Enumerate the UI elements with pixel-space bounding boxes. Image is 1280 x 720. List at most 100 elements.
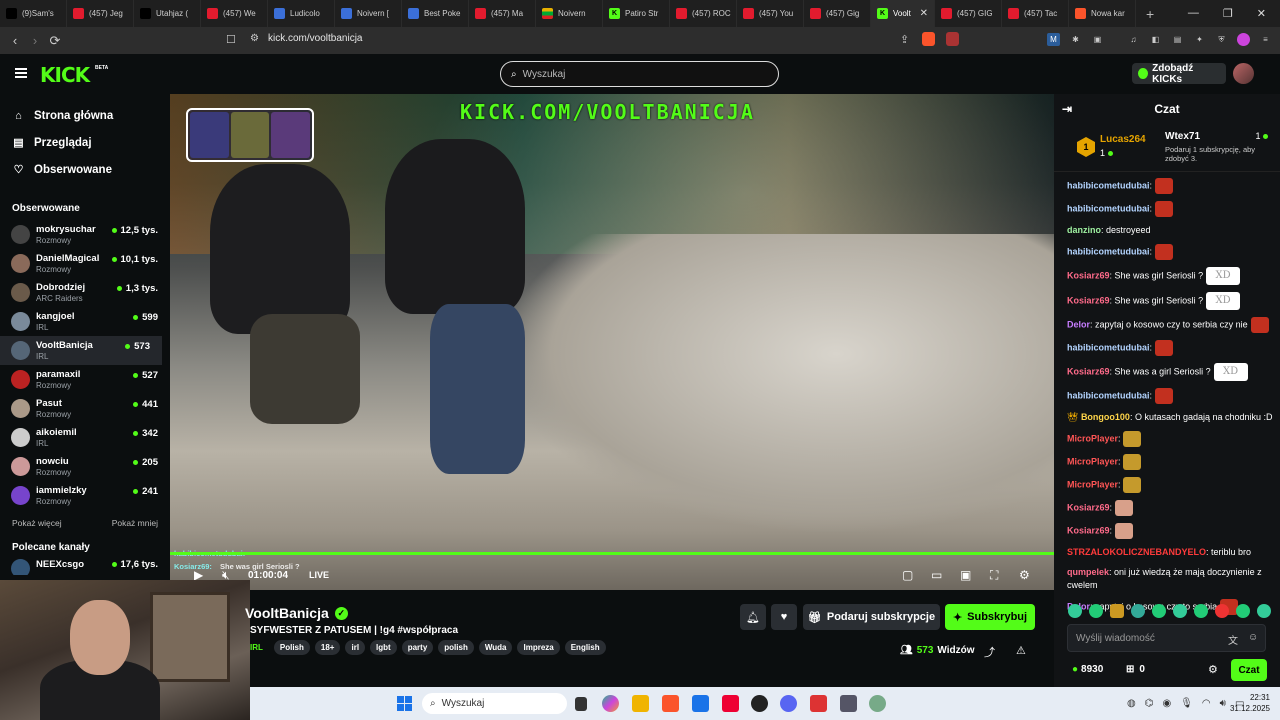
settings-icon[interactable]: ⚙ (1019, 568, 1030, 582)
notification-bell-button[interactable]: 🔔︎ (740, 604, 766, 630)
live-badge[interactable]: LIVE (309, 570, 329, 580)
steam-tray-icon[interactable]: ◉ (1162, 698, 1171, 709)
music-icon[interactable]: ♫ (1127, 33, 1140, 46)
chat-username[interactable]: habibicometudubai (1067, 342, 1150, 352)
get-kicks-button[interactable]: Zdobądź KICKs (1132, 63, 1226, 85)
minimize-icon[interactable]: — (1188, 7, 1199, 20)
emoji-icon[interactable]: ☺ (1248, 632, 1258, 643)
chat-username[interactable]: habibicometudubai (1067, 203, 1150, 213)
browser-tab[interactable]: K Voolt ✕ (871, 0, 935, 27)
chat-username[interactable]: Bongoo100 (1081, 412, 1130, 422)
discord-icon[interactable] (780, 695, 797, 712)
tag-chip[interactable]: English (564, 640, 606, 655)
browser-tab[interactable]: Best Poke (402, 0, 469, 27)
site-info-icon[interactable]: ⚙ (250, 33, 259, 44)
wifi-icon[interactable]: ◠ (1202, 698, 1211, 709)
emote-icon[interactable] (1110, 604, 1124, 618)
taskbar-search[interactable]: ⌕ Wyszukaj (422, 693, 567, 714)
collapse-chat-icon[interactable]: ⇥ (1062, 102, 1072, 116)
tag-chip[interactable]: Wuda (478, 640, 513, 655)
pip-icon[interactable]: ▢ (902, 568, 913, 582)
back-icon[interactable]: ‹ (5, 33, 25, 48)
url-field[interactable]: kick.com/vooltbanicja (268, 33, 362, 44)
file-explorer-icon[interactable] (632, 695, 649, 712)
chat-username[interactable]: Kosiarz69 (1067, 366, 1110, 376)
tag-chip[interactable]: Impreza (517, 640, 560, 655)
chat-message-input[interactable]: Wyślij wiadomość 文 ☺ (1067, 624, 1266, 652)
sidebar-nav-following[interactable]: ♡ Obserwowane (0, 156, 170, 183)
store-icon[interactable] (692, 695, 709, 712)
chat-username[interactable]: MicroPlayer (1067, 479, 1118, 489)
emote-icon[interactable] (1068, 604, 1082, 618)
chat-settings-icon[interactable]: ⚙ (1208, 663, 1218, 676)
sidebar-nav-browse[interactable]: ▤ Przeglądaj (0, 129, 170, 156)
chat-username[interactable]: Kosiarz69 (1067, 502, 1110, 512)
browser-tab[interactable]: (457) Jeg (67, 0, 134, 27)
chat-username[interactable]: MicroPlayer (1067, 433, 1118, 443)
extension-icon[interactable]: M (1047, 33, 1060, 46)
menu-icon[interactable]: ≡ (1259, 33, 1272, 46)
followed-channel[interactable]: nowciu Rozmowy 205 (0, 452, 170, 481)
wallet-icon[interactable]: ▤ (1171, 33, 1184, 46)
channel-name[interactable]: VooltBanicja (245, 605, 329, 621)
subscribe-button[interactable]: ✦ Subskrybuj (945, 604, 1035, 630)
browser-tab[interactable]: (9)Sam's (0, 0, 67, 27)
taskbar-clock[interactable]: 22:31 31.12.2025 (1230, 692, 1270, 714)
ai-icon[interactable]: ✦ (1193, 33, 1206, 46)
browser-tab[interactable]: (457) Gig (804, 0, 871, 27)
browser-tab[interactable]: (457) GIG (935, 0, 1002, 27)
emote-icon[interactable] (1257, 604, 1271, 618)
kick-logo[interactable]: KICK (40, 63, 90, 87)
bookmark-icon[interactable]: ☐ (226, 33, 236, 46)
hamburger-icon[interactable] (15, 68, 27, 78)
followed-channel[interactable]: aikoiemil IRL 342 (0, 423, 170, 452)
profile-icon[interactable] (1237, 33, 1250, 46)
vpn-icon[interactable]: ⛨ (1215, 33, 1228, 46)
chat-username[interactable]: MicroPlayer (1067, 456, 1118, 466)
show-more-button[interactable]: Pokaż więcej (12, 518, 62, 528)
browser-tab[interactable]: Nowa kar (1069, 0, 1136, 27)
gifter-name[interactable]: Wtex71 (1165, 131, 1200, 142)
fullscreen-icon[interactable]: ⛶ (990, 568, 998, 583)
browser-tab[interactable]: K Patiro Str (603, 0, 670, 27)
emote-icon[interactable] (1236, 604, 1250, 618)
chat-username[interactable]: habibicometudubai (1067, 390, 1150, 400)
maximize-icon[interactable]: ❐ (1223, 7, 1233, 20)
followed-channel[interactable]: VooltBanicja IRL 573 (0, 336, 162, 365)
chat-username[interactable]: Kosiarz69 (1067, 525, 1110, 535)
browser-tab[interactable]: Noivern (536, 0, 603, 27)
chat-username[interactable]: habibicometudubai (1067, 246, 1150, 256)
followed-channel[interactable]: Pasut Rozmowy 441 (0, 394, 170, 423)
emote-icon[interactable] (1194, 604, 1208, 618)
translate-icon[interactable]: 文 (1228, 632, 1238, 647)
sidebar-icon[interactable]: ◧ (1149, 33, 1162, 46)
gift-subs-button[interactable]: 🎁︎ Podaruj subskrypcje (803, 604, 940, 630)
browser-tab[interactable]: (457) You (737, 0, 804, 27)
chat-username[interactable]: habibicometudubai (1067, 180, 1150, 190)
top-gifter-name[interactable]: Lucas264 (1100, 134, 1146, 145)
tag-chip[interactable]: polish (438, 640, 474, 655)
tag-chip[interactable]: Polish (273, 640, 310, 655)
close-tab-icon[interactable]: ✕ (920, 8, 928, 19)
followed-channel[interactable]: Dobrodziej ARC Raiders 1,3 tys. (0, 278, 170, 307)
followed-channel[interactable]: iammielzky Rozmowy 241 (0, 481, 170, 510)
microphone-icon[interactable]: 🎙︎ (1180, 698, 1193, 709)
forward-icon[interactable]: › (25, 33, 45, 48)
reload-icon[interactable]: ⟳ (45, 33, 65, 49)
user-avatar[interactable] (1233, 63, 1254, 84)
followed-channel[interactable]: paramaxil Rozmowy 527 (0, 365, 170, 394)
new-tab-icon[interactable]: + (1136, 6, 1164, 22)
network-tray-icon[interactable]: ⌬ (1145, 698, 1154, 709)
volume-icon[interactable]: 🔊︎ (1220, 698, 1226, 709)
follow-heart-button[interactable]: ♥ (771, 604, 797, 630)
browser-tab[interactable]: Ludicolo (268, 0, 335, 27)
show-less-button[interactable]: Pokaż mniej (112, 518, 158, 528)
browser-tab[interactable]: (457) Tac (1002, 0, 1069, 27)
category-tag[interactable]: IRL (250, 643, 263, 652)
brave-shield-icon[interactable] (922, 32, 935, 46)
theater-mode-icon[interactable]: ▣ (960, 568, 971, 582)
chat-username[interactable]: Kosiarz69 (1067, 270, 1110, 280)
emote-icon[interactable] (1215, 604, 1229, 618)
task-view-icon[interactable] (575, 697, 587, 711)
emote-icon[interactable] (1131, 604, 1145, 618)
